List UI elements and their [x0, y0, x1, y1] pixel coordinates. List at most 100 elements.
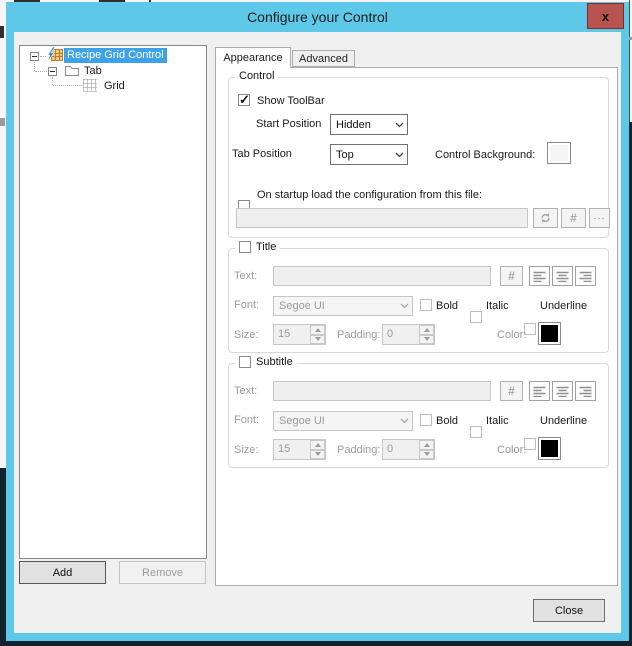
tree-item-grid[interactable]: Grid: [104, 80, 125, 93]
browse-file-button[interactable]: ...: [589, 208, 610, 228]
tree-connector: [53, 85, 82, 86]
appearance-tab-page: Control Show ToolBar Start Position Hidd…: [215, 67, 618, 586]
subtitle-italic-label: Italic: [486, 415, 509, 427]
tree-item-recipe-grid-control[interactable]: Recipe Grid Control: [64, 48, 167, 63]
subtitle-bold-checkbox[interactable]: [420, 414, 432, 426]
tree-item-label: Recipe Grid Control: [67, 49, 164, 61]
subtitle-padding-value: 0: [383, 440, 419, 459]
config-hash-button[interactable]: #: [561, 208, 586, 228]
tab-appearance[interactable]: Appearance: [215, 47, 291, 68]
subtitle-font-combobox[interactable]: Segoe UI: [273, 411, 413, 431]
tab-position-combobox[interactable]: Top: [330, 144, 408, 165]
close-window-button[interactable]: x: [587, 3, 624, 29]
combo-chevron-icon: [391, 152, 407, 158]
title-padding-spinner[interactable]: 0: [382, 324, 435, 345]
title-bold-label: Bold: [436, 300, 458, 312]
close-button[interactable]: Close: [533, 599, 605, 622]
title-padding-label: Padding:: [337, 329, 380, 341]
align-left-icon: [533, 271, 546, 282]
spinner-down-icon[interactable]: [310, 450, 325, 460]
refresh-icon: [539, 212, 552, 224]
subtitle-enable-checkbox[interactable]: [239, 356, 251, 368]
subtitle-align-left-button[interactable]: [529, 381, 550, 401]
reload-config-button[interactable]: [533, 208, 558, 228]
tree-item-label: Tab: [84, 65, 102, 77]
tab-appearance-label: Appearance: [223, 52, 282, 64]
remove-button[interactable]: Remove: [119, 561, 206, 584]
control-tree-panel: Recipe Grid Control Tab Grid: [19, 45, 207, 559]
spinner-down-icon[interactable]: [419, 335, 434, 345]
title-text-input[interactable]: [273, 266, 491, 286]
add-button-label: Add: [53, 567, 73, 579]
subtitle-color-label: Color:: [497, 444, 526, 456]
title-size-value: 15: [274, 325, 310, 344]
control-background-swatch[interactable]: [547, 142, 571, 164]
subtitle-italic-checkbox[interactable]: [470, 426, 482, 438]
hash-icon: #: [508, 270, 515, 282]
configure-control-dialog: Configure your Control x Recipe Grid Con…: [6, 2, 629, 641]
hash-icon: #: [570, 212, 577, 224]
title-size-spinner[interactable]: 15: [273, 324, 326, 345]
subtitle-text-input[interactable]: [273, 381, 491, 401]
subtitle-font-value: Segoe UI: [279, 415, 325, 427]
tab-position-label: Tab Position: [232, 148, 292, 160]
subtitle-align-right-button[interactable]: [575, 381, 596, 401]
spinner-up-icon[interactable]: [419, 440, 434, 450]
close-icon: x: [602, 9, 609, 24]
subtitle-size-value: 15: [274, 440, 310, 459]
dialog-client-area: Recipe Grid Control Tab Grid Add Remove: [14, 32, 621, 633]
spinner-up-icon[interactable]: [310, 440, 325, 450]
subtitle-color-swatch[interactable]: [538, 437, 561, 460]
subtitle-hash-button[interactable]: #: [500, 381, 523, 401]
title-align-right-button[interactable]: [575, 266, 596, 286]
startup-load-label: On startup load the configuration from t…: [257, 189, 482, 201]
tab-advanced[interactable]: Advanced: [292, 50, 355, 67]
tree-connector: [34, 62, 35, 71]
hash-icon: #: [508, 385, 515, 397]
title-font-combobox[interactable]: Segoe UI: [273, 296, 413, 316]
tree-item-label: Grid: [104, 80, 125, 92]
spinner-down-icon[interactable]: [419, 450, 434, 460]
subtitle-padding-spinner[interactable]: 0: [382, 439, 435, 460]
title-align-left-button[interactable]: [529, 266, 550, 286]
subtitle-size-spinner[interactable]: 15: [273, 439, 326, 460]
tree-item-tab[interactable]: Tab: [84, 65, 102, 78]
config-file-path-input[interactable]: [236, 208, 528, 228]
title-groupbox: Title Text: #: [228, 248, 609, 353]
title-enable-checkbox[interactable]: [239, 241, 251, 253]
tab-position-value: Top: [336, 149, 354, 161]
subtitle-underline-label: Underline: [540, 415, 587, 427]
title-group-legend: Title: [235, 241, 280, 253]
title-italic-checkbox[interactable]: [470, 311, 482, 323]
start-position-value: Hidden: [336, 119, 371, 131]
close-button-label: Close: [555, 605, 583, 617]
show-toolbar-checkbox[interactable]: [238, 94, 250, 106]
show-toolbar-label: Show ToolBar: [257, 95, 325, 107]
align-center-icon: [556, 386, 569, 397]
add-button[interactable]: Add: [19, 561, 106, 584]
start-position-combobox[interactable]: Hidden: [330, 114, 408, 135]
control-group-legend: Control: [235, 70, 278, 82]
title-hash-button[interactable]: #: [500, 266, 523, 286]
align-right-icon: [579, 386, 592, 397]
spinner-down-icon[interactable]: [310, 335, 325, 345]
title-font-label: Font:: [234, 299, 259, 311]
combo-chevron-icon: [396, 303, 412, 309]
spinner-up-icon[interactable]: [310, 325, 325, 335]
subtitle-align-center-button[interactable]: [552, 381, 573, 401]
subtitle-text-label: Text:: [234, 385, 257, 397]
title-font-value: Segoe UI: [279, 300, 325, 312]
subtitle-group-label: Subtitle: [256, 356, 293, 368]
control-groupbox: Control Show ToolBar Start Position Hidd…: [228, 77, 609, 238]
tree-expander-icon[interactable]: [48, 67, 57, 76]
background-text-fragment: [0, 26, 4, 38]
title-color-swatch[interactable]: [538, 322, 561, 345]
title-bold-checkbox[interactable]: [420, 299, 432, 311]
background-text-fragment: [0, 118, 5, 126]
subtitle-padding-label: Padding:: [337, 444, 380, 456]
spinner-up-icon[interactable]: [419, 325, 434, 335]
tree-expander-icon[interactable]: [30, 52, 39, 61]
title-align-center-button[interactable]: [552, 266, 573, 286]
subtitle-font-label: Font:: [234, 414, 259, 426]
tab-advanced-label: Advanced: [299, 53, 348, 65]
